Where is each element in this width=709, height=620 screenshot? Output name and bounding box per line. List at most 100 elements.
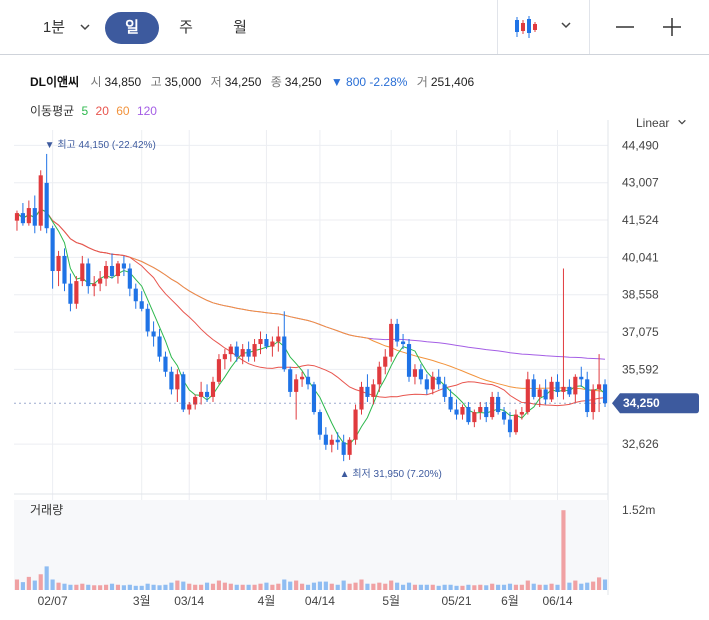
candle xyxy=(222,349,227,370)
candle-body xyxy=(525,379,530,413)
volume-bar xyxy=(311,582,317,590)
candle-body xyxy=(222,354,227,360)
candle xyxy=(430,371,435,395)
candle-body xyxy=(371,384,376,397)
candle-body xyxy=(496,396,501,413)
price-tick-label: 40,041 xyxy=(622,250,659,264)
volume-bar xyxy=(282,579,287,590)
volume-bar xyxy=(525,580,530,590)
candle xyxy=(288,366,293,397)
candle xyxy=(38,170,43,231)
candle-body xyxy=(597,384,602,390)
candle-body xyxy=(216,359,222,382)
candle-body xyxy=(400,341,406,345)
candle xyxy=(193,394,198,410)
candle-body xyxy=(573,376,578,395)
candle-body xyxy=(68,283,73,304)
volume-bar xyxy=(341,580,346,590)
volume-bar xyxy=(288,581,293,590)
volume-tick-label: 1.52m xyxy=(622,503,655,517)
volume-panel-bg xyxy=(14,500,608,590)
candle xyxy=(591,384,596,420)
candle-body xyxy=(246,349,251,357)
candle-body xyxy=(270,341,275,347)
candle xyxy=(359,381,364,415)
volume-bar xyxy=(252,584,257,590)
candle-body xyxy=(26,208,31,224)
candle xyxy=(62,248,67,292)
candle-body xyxy=(92,283,97,287)
candle-body xyxy=(187,404,192,410)
volume-bar xyxy=(406,582,412,590)
candle xyxy=(32,195,37,234)
volume-bar xyxy=(507,583,513,590)
volume-bar xyxy=(234,584,239,590)
candle xyxy=(145,303,150,337)
time-tick-label: 02/07 xyxy=(38,594,68,608)
candle xyxy=(228,344,233,362)
candle-body xyxy=(80,263,85,282)
price-tick-label: 37,075 xyxy=(622,325,659,339)
max-price-marker: ▼ 최고 44,150 (-22.42%) xyxy=(45,139,156,151)
current-price-label: 34,250 xyxy=(623,396,660,410)
candle xyxy=(585,371,590,418)
volume-bar xyxy=(181,581,186,590)
candle xyxy=(418,364,423,385)
volume-bar xyxy=(371,583,376,590)
volume-bar xyxy=(270,584,275,590)
volume-bar xyxy=(240,584,245,590)
price-chart[interactable]: 44,490 43,007 41,524 40,041 38,558 37,075 35,5… xyxy=(0,0,709,620)
volume-bar xyxy=(478,584,483,590)
candle xyxy=(133,283,138,309)
volume-bar xyxy=(210,583,216,590)
candle xyxy=(317,409,322,440)
candle-body xyxy=(163,356,168,372)
volume-bar xyxy=(430,584,435,590)
time-tick-label: 04/14 xyxy=(305,594,335,608)
candle xyxy=(424,374,429,395)
candle xyxy=(525,371,530,415)
candle xyxy=(210,376,216,402)
candle xyxy=(389,318,394,362)
volume-bar xyxy=(448,584,453,590)
volume-bar xyxy=(109,583,115,590)
candle-body xyxy=(133,288,138,302)
volume-bar xyxy=(395,582,400,590)
volume-bar xyxy=(204,582,210,590)
candle-body xyxy=(359,386,364,410)
candle-body xyxy=(591,389,596,413)
volume-bar xyxy=(98,585,103,590)
volume-bar xyxy=(454,585,459,590)
candle xyxy=(92,276,97,297)
price-tick-label: 38,558 xyxy=(622,288,659,302)
volume-bar xyxy=(151,584,156,590)
candle xyxy=(139,291,144,312)
volume-bar xyxy=(14,579,20,590)
candle xyxy=(258,331,263,355)
price-tick-label: 44,490 xyxy=(622,138,659,152)
volume-bar xyxy=(139,585,144,590)
candle-body xyxy=(460,407,465,415)
candle-body xyxy=(341,442,346,455)
candle xyxy=(300,371,305,387)
candle-body xyxy=(115,263,121,277)
candle xyxy=(460,404,465,420)
candle xyxy=(151,321,156,347)
candle-body xyxy=(484,407,489,418)
volume-bar xyxy=(187,583,192,590)
price-tick-label: 32,626 xyxy=(622,437,659,451)
price-tick-label: 41,524 xyxy=(622,213,659,227)
price-tick-label: 43,007 xyxy=(622,176,659,190)
candle xyxy=(121,255,126,277)
min-price-marker: ▲ 최저 31,950 (7.20%) xyxy=(340,468,442,480)
candle xyxy=(199,381,204,405)
candle-body xyxy=(472,412,477,423)
candle xyxy=(365,374,370,402)
volume-bar xyxy=(32,580,37,590)
candle-body xyxy=(323,434,328,445)
candle-body xyxy=(109,265,115,277)
candle xyxy=(567,379,572,397)
volume-bar xyxy=(26,576,31,590)
candle xyxy=(80,255,85,287)
volume-bar xyxy=(490,583,495,590)
